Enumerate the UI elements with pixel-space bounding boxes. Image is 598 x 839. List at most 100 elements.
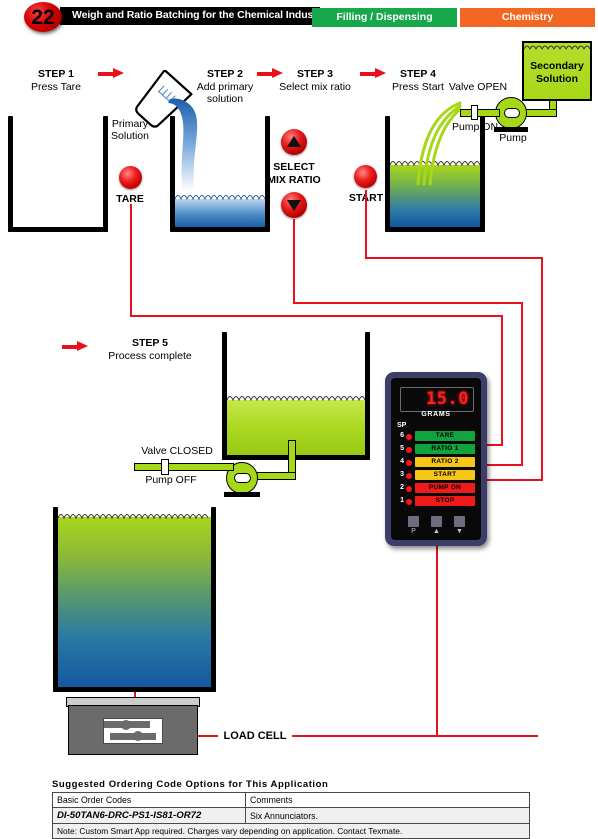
tank-empty-step1 — [8, 116, 108, 232]
annunciator-sp-number: 2 — [400, 484, 404, 491]
annunciator-sp-number: 3 — [400, 471, 404, 478]
tank-batch-large — [53, 507, 216, 692]
annunciator-label-pump-on: PUMP ON — [415, 483, 475, 493]
table-row: DI-50TAN6-DRC-PS1-IS81-OR72 Six Annuncia… — [52, 807, 530, 824]
meter-button-down-glyph: ▼ — [456, 528, 463, 535]
liquid-batch — [58, 517, 211, 687]
annunciator-row-5[interactable]: 5 RATIO 1 — [397, 444, 477, 455]
order-comment-value: Six Annunciators. — [245, 807, 530, 824]
wire-tare-horizontal — [130, 315, 503, 317]
pump-top-label: Pump — [499, 132, 527, 144]
meter-units-label: GRAMS — [421, 411, 451, 418]
pump-bottom-base — [224, 492, 260, 497]
step3-title: STEP 3 — [297, 68, 333, 80]
ordering-title: Suggested Ordering Code Options for This… — [52, 779, 329, 790]
meter-button-down[interactable] — [454, 516, 465, 527]
meter-display: 15.0 — [400, 387, 474, 412]
annunciator-led-icon — [406, 446, 412, 453]
annunciator-row-4[interactable]: 4 RATIO 2 — [397, 457, 477, 468]
wire-right-drop-ratio — [521, 302, 523, 465]
primary-solution-label-line2: Solution — [111, 130, 149, 142]
annunciator-led-icon — [406, 485, 412, 492]
table-header-row: Basic Order Codes Comments — [52, 792, 530, 808]
wire-start-horizontal — [365, 257, 543, 259]
table-note-row: Note: Custom Smart App required. Charges… — [52, 823, 530, 839]
meter-button-up[interactable] — [431, 516, 442, 527]
header-comments: Comments — [245, 792, 530, 808]
wire-ratio-vertical — [293, 219, 295, 303]
valve-closed-label: Valve CLOSED — [141, 445, 213, 457]
tare-indicator-lamp[interactable] — [119, 166, 142, 189]
category-tag-chemistry[interactable]: Chemistry — [460, 8, 595, 27]
step1-title: STEP 1 — [38, 68, 74, 80]
page-title: Weigh and Ratio Batching for the Chemica… — [72, 9, 329, 21]
pump-top-impeller — [504, 108, 520, 118]
secondary-tank-waves — [524, 45, 590, 51]
annunciator-sp-number: 6 — [400, 432, 404, 439]
ordering-section: Suggested Ordering Code Options for This… — [52, 779, 530, 839]
mix-ratio-down-button[interactable] — [281, 192, 307, 218]
wire-loadcell-left — [198, 735, 218, 737]
order-code-value: DI-50TAN6-DRC-PS1-IS81-OR72 — [52, 807, 246, 824]
annunciator-row-3[interactable]: 3 START — [397, 470, 477, 481]
annunciator-led-icon — [406, 433, 412, 440]
category-tag-filling-dispensing[interactable]: Filling / Dispensing — [312, 8, 457, 27]
liquid-surface-waves — [58, 514, 209, 520]
liquid-blue — [175, 199, 265, 227]
annunciator-label-ratio2: RATIO 2 — [415, 457, 475, 467]
step5-detail: Process complete — [108, 350, 192, 362]
start-indicator-lamp[interactable] — [354, 165, 377, 188]
select-label-line2: MIX RATIO — [267, 174, 321, 186]
digital-panel-meter[interactable]: 15.0 GRAMS SP 6 TARE 5 RATIO 1 4 RATIO 2… — [385, 372, 487, 546]
mix-ratio-up-button[interactable] — [281, 129, 307, 155]
valve-closed-symbol — [161, 459, 169, 475]
annunciator-led-icon — [406, 472, 412, 479]
pipe-to-valve-bottom — [134, 463, 234, 471]
page-header: Weigh and Ratio Batching for the Chemica… — [0, 0, 598, 32]
dispense-streams — [416, 101, 462, 186]
load-cell-strain-gauge-icon — [104, 720, 156, 741]
liquid-surface-waves — [175, 195, 265, 201]
order-note: Note: Custom Smart App required. Charges… — [52, 823, 530, 839]
valve-open-label: Valve OPEN — [448, 81, 508, 93]
setpoint-group-label: SP — [397, 422, 407, 429]
ordering-table: Basic Order Codes Comments DI-50TAN6-DRC… — [52, 792, 530, 839]
header-basic-order-codes: Basic Order Codes — [52, 792, 246, 808]
secondary-solution-label-line1: Secondary — [530, 60, 584, 72]
step4-title: STEP 4 — [400, 68, 436, 80]
meter-button-program[interactable] — [408, 516, 419, 527]
tank-process-complete — [222, 332, 370, 460]
annunciator-row-1[interactable]: 1 STOP — [397, 496, 477, 507]
annunciator-led-icon — [406, 459, 412, 466]
meter-button-up-glyph: ▲ — [433, 528, 440, 535]
wire-start-vertical — [365, 190, 367, 258]
wire-loadcell-right — [292, 735, 538, 737]
annunciator-row-6[interactable]: 6 TARE — [397, 431, 477, 442]
meter-button-program-glyph: P — [411, 528, 416, 535]
pump-off-label: Pump OFF — [145, 474, 197, 486]
wire-tare-vertical — [130, 204, 132, 316]
application-number: 22 — [31, 6, 55, 29]
wire-ratio-horizontal — [293, 302, 523, 304]
select-label-line1: SELECT — [273, 161, 315, 173]
step1-detail: Press Tare — [31, 81, 81, 93]
pipe-to-valve-top — [460, 109, 500, 117]
annunciator-sp-number: 4 — [400, 458, 404, 465]
annunciator-label-stop: STOP — [415, 496, 475, 506]
annunciator-led-icon — [406, 498, 412, 505]
annunciator-row-2[interactable]: 2 PUMP ON — [397, 483, 477, 494]
annunciator-label-start: START — [415, 470, 475, 480]
liquid-surface-waves — [227, 396, 365, 402]
pump-bottom-impeller — [234, 473, 251, 483]
load-cell-label: LOAD CELL — [223, 730, 287, 742]
step3-detail: Select mix ratio — [279, 81, 351, 93]
meter-faceplate: 15.0 GRAMS SP 6 TARE 5 RATIO 1 4 RATIO 2… — [391, 378, 481, 540]
secondary-solution-label-line2: Solution — [536, 73, 578, 85]
tank-primary-solution-step2 — [170, 116, 270, 232]
step5-title: STEP 5 — [132, 337, 168, 349]
annunciator-sp-number: 1 — [400, 497, 404, 504]
wire-right-drop-tare — [501, 315, 503, 445]
wire-meter-to-loadcell — [436, 546, 438, 736]
annunciator-sp-number: 5 — [400, 445, 404, 452]
wire-right-drop-start — [541, 257, 543, 480]
